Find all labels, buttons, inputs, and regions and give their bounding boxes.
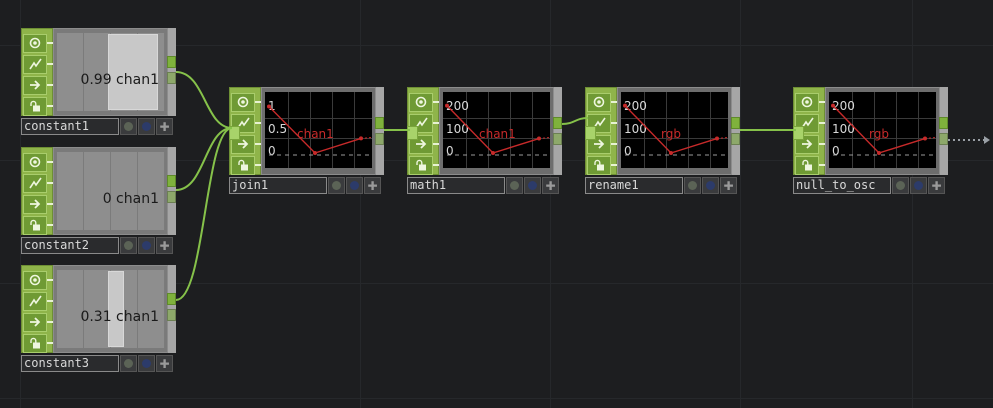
wire[interactable] [175, 71, 233, 129]
arrow-icon [984, 136, 990, 144]
wire-layer [175, 71, 990, 301]
network-editor[interactable]: 0.99 chan1 constant1 ✚ 0 chan1 constant2 ✚ 0.3… [0, 0, 993, 408]
wire[interactable] [561, 117, 589, 125]
wire[interactable] [175, 127, 233, 191]
wire[interactable] [175, 127, 233, 301]
